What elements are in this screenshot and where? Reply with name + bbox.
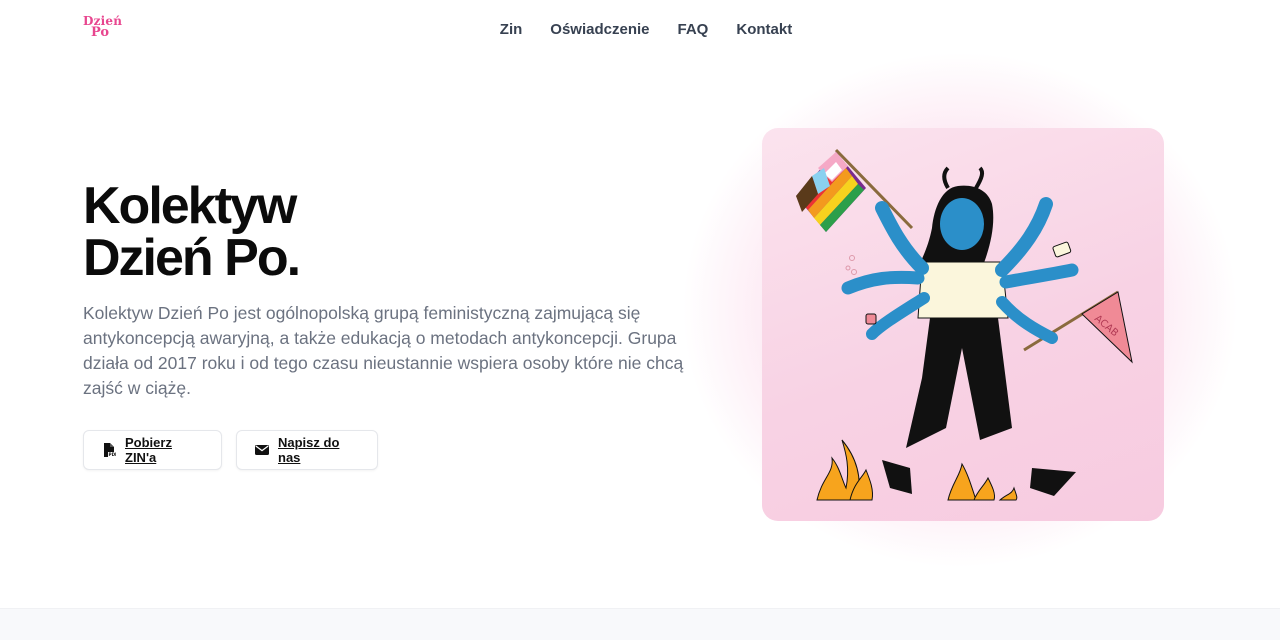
flame-left-icon: [816, 439, 873, 501]
nav-item-zin[interactable]: Zin: [500, 20, 523, 40]
hero-title-line2: Dzień Po.: [83, 229, 301, 287]
download-zin-button[interactable]: PDF Pobierz ZIN'a: [83, 430, 222, 470]
contact-us-button[interactable]: Napisz do nas: [236, 430, 378, 470]
contact-us-label: Napisz do nas: [278, 435, 340, 465]
flame-right-icon: [947, 462, 1018, 501]
site-header: Dzień Po Zin Oświadczenie FAQ Kontakt: [0, 0, 1280, 62]
svg-text:PDF: PDF: [109, 452, 117, 457]
hero-title: Kolektyw Dzień Po.: [83, 177, 301, 287]
hero-description: Kolektyw Dzień Po jest ogólnopolską grup…: [83, 303, 684, 398]
envelope-icon: [255, 443, 269, 457]
nav-item-kontakt[interactable]: Kontakt: [736, 20, 792, 40]
main-nav: Zin Oświadczenie FAQ Kontakt: [0, 20, 1280, 40]
next-section-band: [0, 608, 1280, 640]
download-zin-label: Pobierz ZIN'a: [125, 435, 172, 465]
nav-item-oswiadczenie[interactable]: Oświadczenie: [550, 20, 649, 40]
hero-title-line1: Kolektyw: [83, 177, 297, 235]
pdf-file-icon: PDF: [102, 443, 118, 457]
character-figure: [841, 166, 1079, 496]
hero-illustration: ACAB: [762, 128, 1164, 521]
nav-item-faq[interactable]: FAQ: [678, 20, 709, 40]
